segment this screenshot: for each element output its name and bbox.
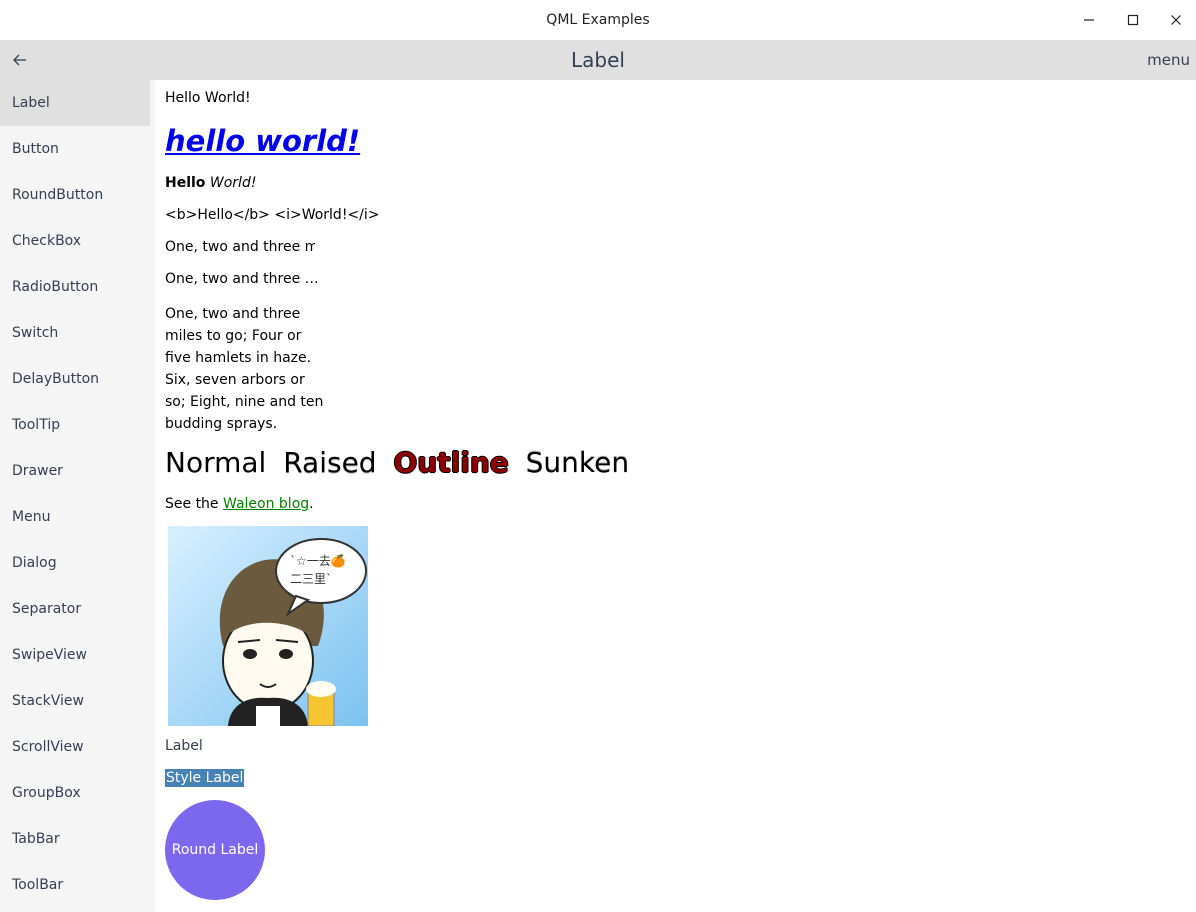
avatar-image: `☆一去🍊 二三里`	[168, 526, 368, 726]
sidebar-item-menu[interactable]: Menu	[0, 494, 150, 540]
window-titlebar: QML Examples	[0, 0, 1196, 40]
minimize-button[interactable]	[1067, 0, 1111, 40]
text-styles-row: Normal Raised Outline Sunken	[165, 446, 637, 479]
clipped-label: One, two and three miles to go	[165, 239, 315, 255]
app-header: Label menu	[0, 40, 1196, 80]
sidebar: Label Button RoundButton CheckBox RadioButto…	[0, 80, 150, 912]
style-outline: Outline	[393, 446, 509, 479]
hello-world-label: Hello World!	[165, 90, 251, 106]
sidebar-item-stackview[interactable]: StackView	[0, 678, 150, 724]
wrapped-label: One, two and three miles to go; Four or …	[165, 306, 324, 432]
style-sunken: Sunken	[525, 446, 630, 479]
rich-text-label: Hello World!	[165, 175, 256, 191]
menu-button[interactable]: menu	[1147, 40, 1190, 80]
blog-label: See the Waleon blog.	[165, 496, 314, 512]
plain-label: Label	[165, 738, 203, 754]
maximize-icon	[1127, 14, 1139, 26]
style-raised: Raised	[283, 446, 377, 479]
close-button[interactable]	[1154, 0, 1196, 40]
window-title: QML Examples	[546, 12, 650, 28]
sidebar-item-checkbox[interactable]: CheckBox	[0, 218, 150, 264]
sidebar-item-tabbar[interactable]: TabBar	[0, 816, 150, 862]
sidebar-item-radiobutton[interactable]: RadioButton	[0, 264, 150, 310]
sidebar-item-separator[interactable]: Separator	[0, 586, 150, 632]
round-label: Round Label	[165, 800, 265, 900]
rich-italic: World!	[209, 175, 257, 191]
blog-suffix: .	[309, 496, 314, 512]
avatar-bubble-line2: 二三里`	[290, 572, 332, 586]
sidebar-item-groupbox[interactable]: GroupBox	[0, 770, 150, 816]
minimize-icon	[1084, 19, 1094, 21]
sidebar-item-swipeview[interactable]: SwipeView	[0, 632, 150, 678]
maximize-button[interactable]	[1111, 0, 1155, 40]
elided-label: One, two and three …	[165, 271, 319, 287]
sidebar-item-delaybutton[interactable]: DelayButton	[0, 356, 150, 402]
sidebar-item-scrollview[interactable]: ScrollView	[0, 724, 150, 770]
blog-prefix: See the	[165, 496, 223, 512]
rich-bold: Hello	[165, 175, 206, 191]
style-normal: Normal	[165, 446, 267, 479]
page-title: Label	[571, 48, 625, 72]
sidebar-item-dialog[interactable]: Dialog	[0, 540, 150, 586]
blog-link[interactable]: Waleon blog	[223, 496, 309, 512]
label-demo-content: Hello World! hello world! Hello World! <…	[165, 80, 1165, 912]
sidebar-item-label[interactable]: Label	[0, 80, 150, 126]
avatar-bubble-line1: `☆一去🍊	[290, 554, 347, 568]
style-label: Style Label	[165, 769, 245, 787]
sidebar-item-drawer[interactable]: Drawer	[0, 448, 150, 494]
sidebar-item-switch[interactable]: Switch	[0, 310, 150, 356]
sidebar-item-button[interactable]: Button	[0, 126, 150, 172]
sidebar-item-toolbar[interactable]: ToolBar	[0, 862, 150, 908]
hello-world-link[interactable]: hello world!	[165, 124, 360, 158]
plain-text-label: <b>Hello</b> <i>World!</i>	[165, 207, 380, 223]
sidebar-scrollbar[interactable]	[150, 80, 155, 912]
sidebar-item-roundbutton[interactable]: RoundButton	[0, 172, 150, 218]
close-icon	[1171, 15, 1181, 25]
sidebar-item-tooltip[interactable]: ToolTip	[0, 402, 150, 448]
